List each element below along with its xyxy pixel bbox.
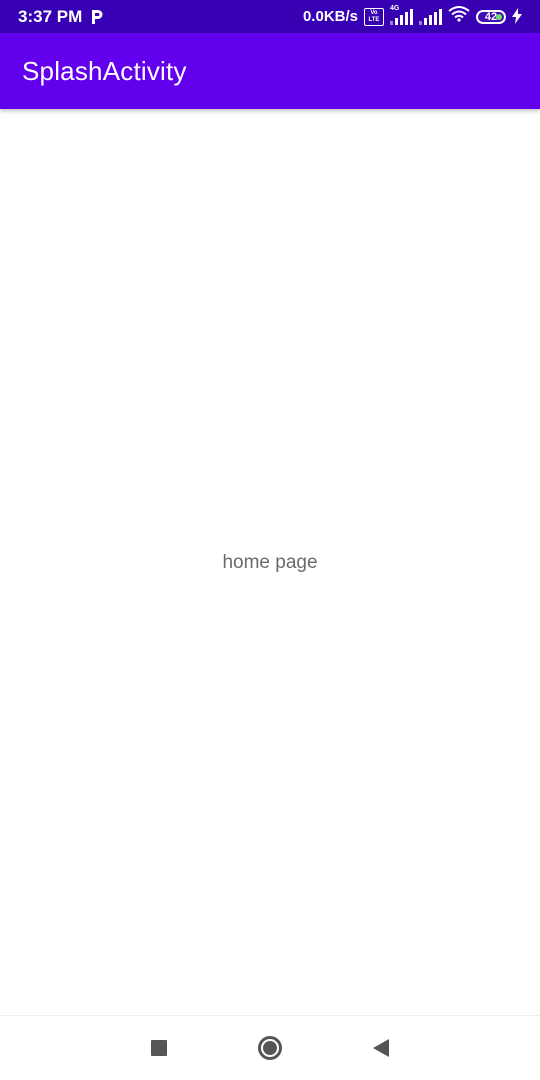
parking-p-icon: [90, 9, 104, 25]
network-type-label: 4G: [390, 4, 400, 12]
status-time: 3:37 PM: [18, 6, 83, 26]
app-title: SplashActivity: [22, 55, 187, 86]
signal-icon: [419, 8, 442, 25]
screen: 3:37 PM 0.0KB/s Vo LTE 4G 42 SplashActiv…: [0, 0, 540, 1080]
battery-fill: [496, 13, 502, 20]
status-bar: 3:37 PM 0.0KB/s Vo LTE 4G 42: [0, 0, 540, 33]
home-button[interactable]: [240, 1023, 300, 1073]
app-bar: SplashActivity: [0, 33, 540, 109]
back-button[interactable]: [351, 1023, 411, 1073]
recents-square-icon: [151, 1040, 167, 1056]
battery-icon: 42: [476, 9, 506, 24]
content-area: home page: [0, 109, 540, 1015]
status-right: 0.0KB/s Vo LTE 4G 42: [302, 5, 522, 27]
status-left: 3:37 PM: [18, 7, 104, 27]
navigation-bar: [0, 1015, 540, 1080]
volte-top-label: Vo: [370, 9, 378, 16]
signal-4g-icon: 4G: [390, 5, 413, 25]
home-page-text: home page: [222, 552, 318, 573]
volte-bottom-label: LTE: [368, 16, 380, 23]
charging-bolt-icon: [512, 7, 522, 26]
recents-button[interactable]: [129, 1023, 189, 1073]
home-circle-inner: [263, 1041, 277, 1055]
home-circle-icon: [258, 1036, 282, 1060]
net-speed: 0.0KB/s: [302, 8, 358, 25]
wifi-icon: [448, 6, 470, 27]
volte-icon: Vo LTE: [364, 7, 384, 26]
back-triangle-icon: [373, 1039, 389, 1057]
